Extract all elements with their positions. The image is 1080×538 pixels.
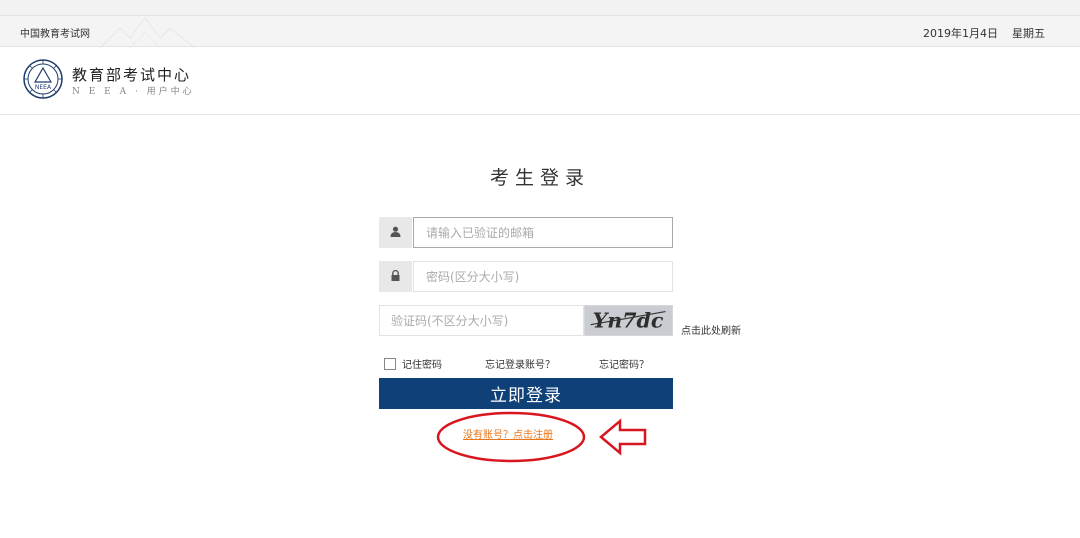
brand-subtitle: N E E A · 用户中心	[72, 87, 195, 97]
lock-icon-box	[379, 261, 412, 292]
captcha-input[interactable]	[379, 305, 584, 336]
remember-label: 记住密码	[402, 360, 442, 371]
neea-logo[interactable]: NEEA	[23, 59, 63, 99]
site-name-link[interactable]: 中国教育考试网	[20, 25, 90, 40]
annotation-arrow-icon	[599, 418, 647, 456]
captcha-image[interactable]: Yn7dc	[584, 305, 673, 336]
date-display: 2019年1月4日 星期五	[923, 27, 1045, 40]
user-icon-box	[379, 217, 412, 248]
password-input[interactable]	[413, 261, 673, 292]
email-field-group	[379, 217, 673, 248]
mountain-decoration	[100, 17, 195, 48]
brand-title: 教育部考试中心	[72, 66, 192, 84]
email-input[interactable]	[413, 217, 673, 248]
top-bar: 中国教育考试网 2019年1月4日 星期五	[0, 15, 1080, 48]
register-link[interactable]: 没有账号？点击注册	[463, 426, 553, 441]
checkbox-box[interactable]	[384, 358, 396, 370]
login-button[interactable]: 立即登录	[379, 378, 673, 409]
top-strip	[0, 0, 1080, 15]
captcha-text: Yn7dc	[593, 309, 664, 333]
site-header: NEEA 教育部考试中心 N E E A · 用户中心	[0, 47, 1080, 115]
remember-password-checkbox[interactable]: 记住密码	[384, 356, 442, 371]
password-field-group	[379, 261, 673, 292]
forgot-account-link[interactable]: 忘记登录账号？	[485, 356, 555, 371]
forgot-password-link[interactable]: 忘记密码？	[599, 356, 649, 371]
logo-text: NEEA	[35, 84, 52, 91]
user-icon	[390, 226, 401, 237]
refresh-captcha-link[interactable]: 点击此处刷新	[681, 322, 741, 337]
lock-icon	[391, 270, 400, 281]
page-title: 考生登录	[489, 167, 590, 189]
